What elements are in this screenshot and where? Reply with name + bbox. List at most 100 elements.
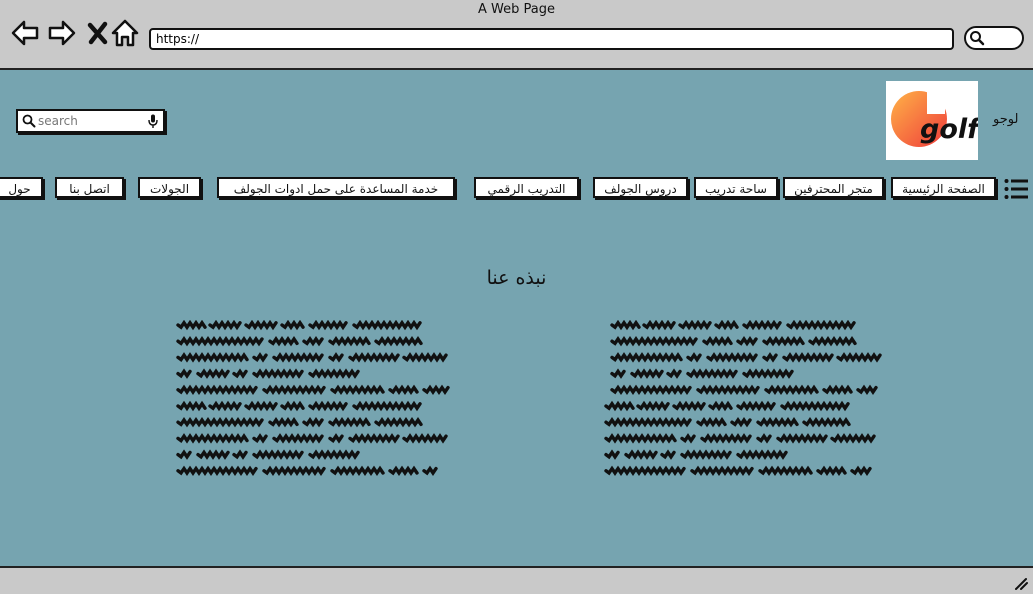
nav-rounds[interactable]: الجولات: [138, 177, 201, 198]
browser-search-field[interactable]: [964, 26, 1024, 50]
placeholder-text-line: [422, 465, 438, 477]
about-title: نبذه عنا: [486, 267, 547, 289]
placeholder-text-line: [604, 400, 635, 412]
placeholder-text-line: [762, 352, 778, 363]
placeholder-text-line: [176, 465, 258, 477]
golf-logo-icon: golf: [891, 90, 982, 147]
placeholder-text-line: [352, 320, 422, 331]
placeholder-text-line: [696, 416, 727, 428]
placeholder-text-line: [678, 320, 712, 331]
nav-about[interactable]: حول: [0, 177, 43, 198]
back-arrow-icon[interactable]: [10, 18, 40, 48]
placeholder-text-line: [402, 433, 448, 444]
placeholder-text-line: [176, 368, 192, 379]
nav-pro-shop[interactable]: متجر المحترفين: [783, 177, 884, 198]
placeholder-text-line: [176, 400, 207, 412]
placeholder-text-line: [308, 449, 360, 460]
placeholder-text-line: [604, 416, 692, 428]
placeholder-text-line: [604, 449, 620, 460]
home-icon[interactable]: [110, 18, 140, 48]
placeholder-text-line: [830, 433, 876, 444]
placeholder-text-line: [252, 368, 304, 379]
placeholder-text-line: [706, 352, 758, 363]
resize-grip-icon[interactable]: [1013, 576, 1029, 590]
placeholder-text-line: [176, 416, 264, 428]
placeholder-text-line: [666, 368, 682, 379]
text-block-right: [604, 320, 882, 477]
placeholder-text-line: [280, 400, 305, 412]
search-box[interactable]: [16, 109, 165, 133]
placeholder-text-line: [196, 368, 230, 379]
placeholder-text-line: [268, 416, 299, 428]
browser-toolbar: A Web Page https://: [0, 0, 1033, 70]
placeholder-text-line: [850, 465, 872, 477]
close-icon[interactable]: [83, 18, 113, 48]
placeholder-text-line: [700, 433, 752, 444]
placeholder-text-line: [856, 384, 878, 396]
placeholder-text-line: [328, 416, 371, 428]
placeholder-text-line: [232, 449, 248, 460]
placeholder-text-line: [252, 433, 268, 444]
placeholder-text-line: [782, 352, 834, 363]
placeholder-text-line: [736, 335, 758, 347]
placeholder-text-line: [624, 449, 658, 460]
placeholder-text-line: [816, 465, 847, 477]
placeholder-text-line: [736, 400, 776, 412]
placeholder-text-line: [252, 449, 304, 460]
nav-caddie-service[interactable]: خدمة المساعدة على حمل ادوات الجولف: [217, 177, 455, 198]
placeholder-text-line: [176, 335, 264, 347]
placeholder-text-line: [268, 335, 299, 347]
logo-label: لوجو: [993, 112, 1019, 127]
placeholder-text-line: [348, 352, 400, 363]
placeholder-text-line: [610, 352, 683, 363]
address-bar[interactable]: https://: [149, 28, 954, 50]
search-icon: [22, 114, 36, 128]
placeholder-text-line: [272, 433, 324, 444]
placeholder-text-line: [742, 368, 794, 379]
forward-arrow-icon[interactable]: [47, 18, 77, 48]
status-bar: [0, 566, 1033, 594]
placeholder-text-line: [352, 400, 422, 412]
placeholder-text-line: [328, 335, 371, 347]
placeholder-text-line: [308, 400, 348, 412]
window-title: A Web Page: [478, 2, 555, 17]
placeholder-text-line: [756, 433, 772, 444]
placeholder-text-line: [736, 449, 788, 460]
web-page: golf لوجو الصفحة الرئيسية متجر المحترفين…: [0, 70, 1033, 566]
placeholder-text-line: [232, 368, 248, 379]
placeholder-text-line: [374, 416, 423, 428]
placeholder-text-line: [308, 320, 348, 331]
nav-digital-training[interactable]: التدريب الرقمي: [474, 177, 579, 198]
logo-word: golf: [920, 114, 978, 145]
placeholder-text-line: [176, 433, 249, 444]
placeholder-text-line: [822, 384, 853, 396]
placeholder-text-line: [208, 400, 242, 412]
placeholder-text-line: [604, 465, 686, 477]
nav-driving-range[interactable]: ساحة تدريب: [694, 177, 778, 198]
placeholder-text-line: [604, 433, 677, 444]
microphone-icon[interactable]: [148, 114, 158, 129]
placeholder-text-line: [402, 352, 448, 363]
placeholder-text-line: [630, 368, 664, 379]
search-input[interactable]: [38, 112, 138, 130]
placeholder-text-line: [696, 384, 760, 396]
hamburger-menu-icon[interactable]: [1004, 178, 1029, 200]
placeholder-text-line: [762, 335, 805, 347]
placeholder-text-line: [836, 352, 882, 363]
search-icon: [970, 31, 985, 46]
placeholder-text-line: [610, 320, 641, 331]
placeholder-text-line: [708, 400, 733, 412]
placeholder-text-line: [808, 335, 857, 347]
placeholder-text-line: [802, 416, 851, 428]
nav-contact-us[interactable]: اتصل بنا: [55, 177, 124, 198]
nav-home[interactable]: الصفحة الرئيسية: [891, 177, 996, 198]
placeholder-text-line: [208, 320, 242, 331]
placeholder-text-line: [330, 465, 385, 477]
placeholder-text-line: [610, 335, 698, 347]
placeholder-text-line: [730, 416, 752, 428]
placeholder-text-line: [280, 320, 305, 331]
placeholder-text-line: [176, 449, 192, 460]
nav-golf-lessons[interactable]: دروس الجولف: [593, 177, 688, 198]
placeholder-text-line: [690, 465, 754, 477]
placeholder-text-line: [680, 449, 732, 460]
